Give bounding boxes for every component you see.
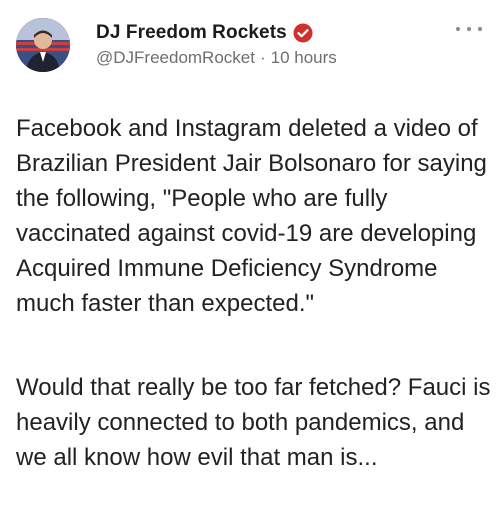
avatar-image xyxy=(16,18,70,72)
meta-row: @DJFreedomRocket · 10 hours xyxy=(96,48,337,68)
post-timestamp[interactable]: 10 hours xyxy=(271,48,337,68)
more-options-icon[interactable] xyxy=(456,24,482,34)
post-paragraph-1: Facebook and Instagram deleted a video o… xyxy=(16,115,487,317)
more-dot xyxy=(478,27,482,31)
name-row: DJ Freedom Rockets xyxy=(96,22,313,44)
meta-separator: · xyxy=(259,48,266,67)
user-handle[interactable]: @DJFreedomRocket xyxy=(96,48,255,68)
post-paragraph-2: Would that really be too far fetched? Fa… xyxy=(16,374,491,471)
display-name[interactable]: DJ Freedom Rockets xyxy=(96,22,287,44)
more-dot xyxy=(467,27,471,31)
avatar[interactable] xyxy=(16,18,70,72)
post-body: Facebook and Instagram deleted a video o… xyxy=(16,76,494,510)
post-header: DJ Freedom Rockets @DJFreedomRocket · 10… xyxy=(16,10,486,74)
verified-icon xyxy=(293,23,313,43)
more-dot xyxy=(456,27,460,31)
